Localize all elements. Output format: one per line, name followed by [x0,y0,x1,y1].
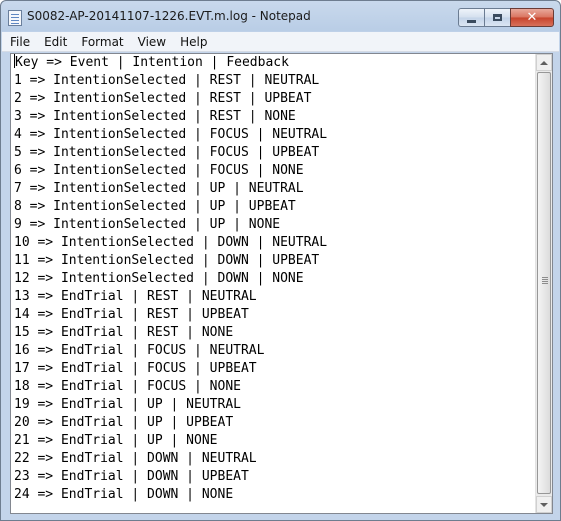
grip-icon [542,277,548,278]
notepad-icon [8,10,22,26]
text-line: 18 => EndTrial | FOCUS | NONE [14,379,241,394]
menu-bar: File Edit Format View Help [2,32,559,52]
text-line: 10 => IntentionSelected | DOWN | NEUTRAL [14,235,328,250]
text-line: 9 => IntentionSelected | UP | NONE [14,217,281,232]
text-line: 23 => EndTrial | DOWN | UPBEAT [14,469,249,484]
minimize-button[interactable] [458,8,484,27]
notepad-window: S0082-AP-20141107-1226.EVT.m.log - Notep… [0,0,561,521]
text-line: 24 => EndTrial | DOWN | NONE [14,487,234,502]
text-content[interactable]: Key => Event | Intention | Feedback 1 => … [14,54,534,513]
close-button[interactable]: ✕ [510,8,554,27]
text-line: 2 => IntentionSelected | REST | UPBEAT [14,91,312,106]
menu-format[interactable]: Format [75,35,129,49]
close-icon: ✕ [526,10,538,25]
vertical-scrollbar[interactable] [535,54,552,513]
text-line: 11 => IntentionSelected | DOWN | UPBEAT [14,253,320,268]
text-line: 16 => EndTrial | FOCUS | NEUTRAL [14,343,265,358]
text-line: 19 => EndTrial | UP | NEUTRAL [14,397,241,412]
scroll-thumb[interactable] [537,72,551,494]
text-line: 21 => EndTrial | UP | NONE [14,433,218,448]
minimize-icon [467,19,476,23]
text-line: 13 => EndTrial | REST | NEUTRAL [14,289,257,304]
text-line: 3 => IntentionSelected | REST | NONE [14,109,296,124]
menu-help[interactable]: Help [174,35,213,49]
scroll-down-button[interactable] [536,496,552,513]
maximize-icon [493,14,502,21]
text-line: 14 => EndTrial | REST | UPBEAT [14,307,249,322]
text-line-content: Key => Event | Intention | Feedback [15,55,289,70]
text-line: 12 => IntentionSelected | DOWN | NONE [14,271,304,286]
text-line: 7 => IntentionSelected | UP | NEUTRAL [14,181,304,196]
text-line: 6 => IntentionSelected | FOCUS | NONE [14,163,304,178]
maximize-button[interactable] [484,8,510,27]
text-line: 5 => IntentionSelected | FOCUS | UPBEAT [14,145,320,160]
text-line: 1 => IntentionSelected | REST | NEUTRAL [14,73,320,88]
window-controls: ✕ [458,8,554,27]
menu-view[interactable]: View [132,35,172,49]
scroll-up-button[interactable] [536,54,552,71]
menu-file[interactable]: File [4,35,36,49]
text-line: 17 => EndTrial | FOCUS | UPBEAT [14,361,257,376]
menu-edit[interactable]: Edit [38,35,73,49]
text-line: 15 => EndTrial | REST | NONE [14,325,234,340]
text-line: 20 => EndTrial | UP | UPBEAT [14,415,234,430]
text-line: 22 => EndTrial | DOWN | NEUTRAL [14,451,257,466]
window-title: S0082-AP-20141107-1226.EVT.m.log - Notep… [27,9,311,23]
text-line: 8 => IntentionSelected | UP | UPBEAT [14,199,296,214]
arrow-up-icon [540,60,548,65]
text-editor[interactable]: Key => Event | Intention | Feedback 1 => … [10,53,553,514]
arrow-down-icon [540,502,548,507]
title-bar[interactable]: S0082-AP-20141107-1226.EVT.m.log - Notep… [1,1,560,32]
text-line: Key => Event | Intention | Feedback [14,54,534,72]
text-line: 4 => IntentionSelected | FOCUS | NEUTRAL [14,127,328,142]
